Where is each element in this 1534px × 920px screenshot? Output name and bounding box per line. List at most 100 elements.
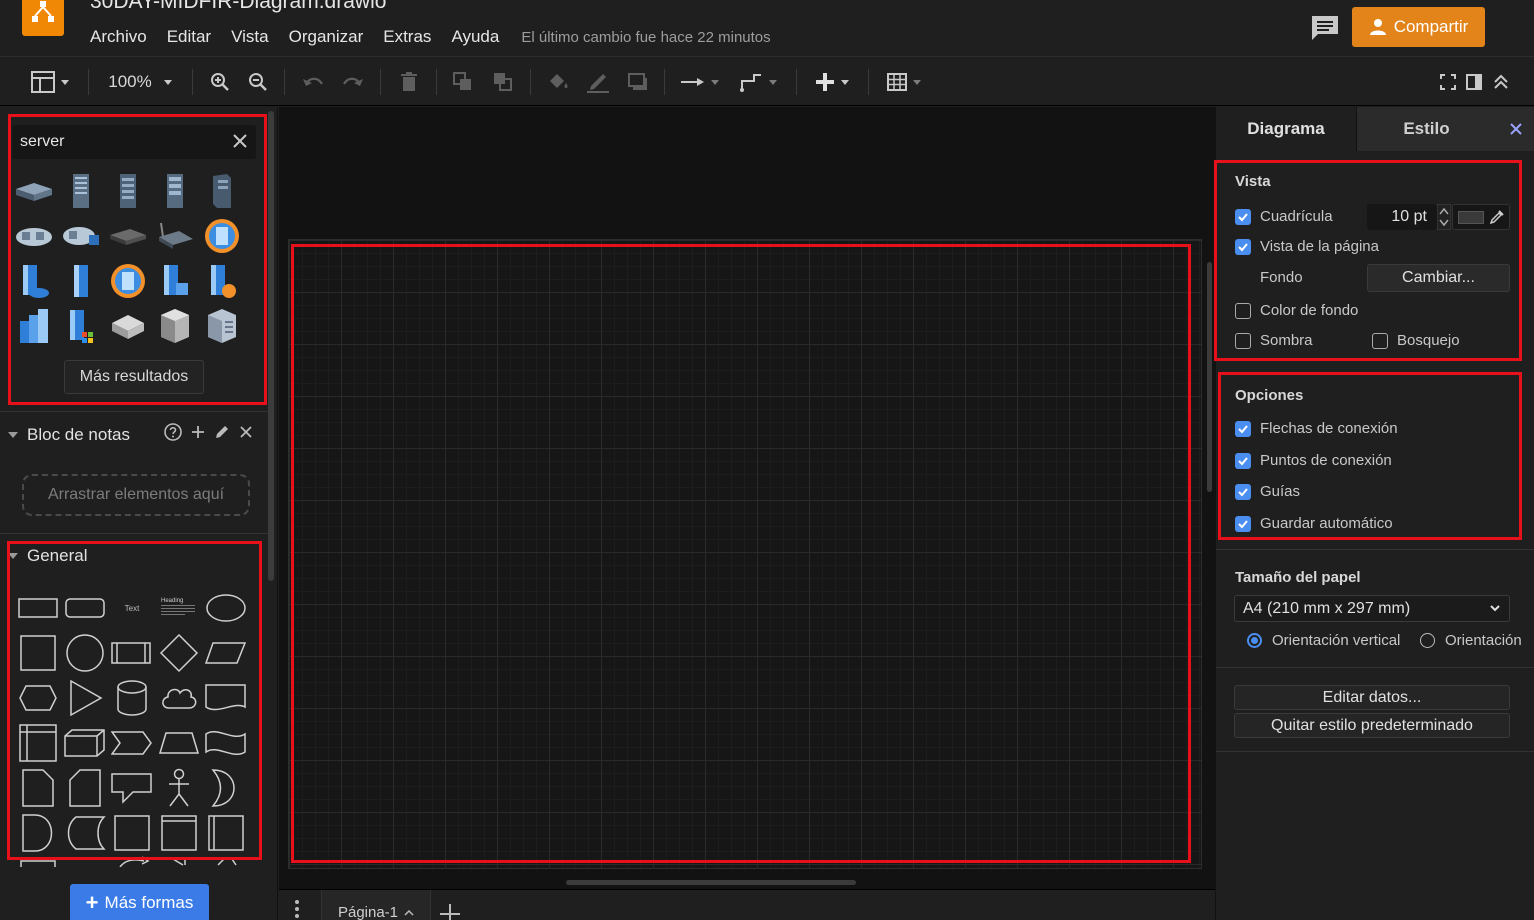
connection-points-row[interactable]: Puntos de conexión [1235, 452, 1392, 469]
page-tab[interactable]: Página-1 [321, 890, 431, 920]
landscape-radio-row[interactable]: Orientación [1420, 632, 1522, 649]
result-application-server-shape[interactable] [153, 259, 197, 303]
close-icon[interactable] [239, 425, 253, 439]
shape-container[interactable] [157, 813, 201, 853]
shape-document[interactable] [204, 678, 248, 718]
shape-diamond[interactable] [157, 633, 201, 673]
comments-button[interactable] [1308, 12, 1342, 42]
table-dropdown[interactable] [882, 69, 926, 95]
result-web-server-shape[interactable] [200, 214, 244, 258]
menu-extras[interactable]: Extras [383, 27, 431, 47]
collapse-toolbar-button[interactable] [1490, 69, 1512, 95]
shape-actor[interactable] [157, 768, 201, 808]
scratchpad-drop-zone[interactable]: Arrastrar elementos aquí [22, 474, 250, 516]
help-icon[interactable] [164, 423, 182, 441]
portrait-radio-row[interactable]: Orientación vertical [1247, 632, 1400, 649]
zoom-dropdown[interactable]: 100% [104, 69, 176, 95]
result-mail-server-shape[interactable] [200, 259, 244, 303]
to-back-button[interactable] [490, 69, 516, 95]
tab-style[interactable]: Estilo [1356, 107, 1496, 151]
shape-partial[interactable] [16, 855, 60, 867]
shape-card[interactable] [63, 768, 107, 808]
guides-checkbox[interactable] [1235, 483, 1251, 500]
add-icon[interactable] [191, 425, 205, 439]
result-tower-server-shape[interactable] [59, 169, 103, 213]
diagram-canvas[interactable] [279, 107, 1215, 889]
menu-organizar[interactable]: Organizar [289, 27, 364, 47]
shape-trapezoid[interactable] [157, 723, 201, 763]
result-secure-server-shape[interactable] [59, 214, 103, 258]
delete-button[interactable] [396, 69, 422, 95]
document-title[interactable]: 30DAY-MIDFIR-Diagram.drawio [90, 0, 386, 14]
shape-or[interactable] [204, 768, 248, 808]
result-file-server-shape[interactable] [59, 259, 103, 303]
shape-ellipse[interactable] [204, 588, 248, 628]
shape-text[interactable]: Text [110, 588, 154, 628]
result-server-cluster-shape[interactable] [12, 214, 56, 258]
result-database-server-shape[interactable] [12, 259, 56, 303]
share-button[interactable]: Compartir [1352, 7, 1485, 47]
shape-tape[interactable] [204, 723, 248, 763]
shape-textbox[interactable]: Heading [157, 588, 201, 628]
menu-editar[interactable]: Editar [167, 27, 211, 47]
zoom-in-button[interactable] [208, 69, 232, 95]
shape-bidirectional-partial[interactable] [204, 855, 248, 867]
result-router-server-shape[interactable] [153, 214, 197, 258]
undo-button[interactable] [300, 69, 326, 95]
change-background-button[interactable]: Cambiar... [1367, 264, 1510, 292]
clear-search-icon[interactable] [232, 133, 248, 149]
fill-color-button[interactable] [544, 69, 572, 95]
result-rack-server-shape[interactable] [12, 169, 56, 213]
grid-checkbox[interactable] [1235, 208, 1251, 225]
shape-curved-arrow[interactable] [110, 855, 154, 867]
grid-checkbox-row[interactable]: Cuadrícula [1235, 208, 1333, 225]
page-menu-icon[interactable] [295, 900, 299, 918]
landscape-radio[interactable] [1420, 633, 1435, 648]
shape-step[interactable] [110, 723, 154, 763]
edit-pencil-icon[interactable] [214, 424, 230, 440]
format-panel-button[interactable] [28, 69, 72, 95]
line-color-button[interactable] [584, 69, 612, 95]
result-workstation-server-shape[interactable] [106, 304, 150, 348]
last-change-status[interactable]: El último cambio fue hace 22 minutos [521, 29, 770, 46]
result-tower-server-shape[interactable] [200, 169, 244, 213]
result-generic-server-shape[interactable] [153, 304, 197, 348]
grid-color-picker[interactable] [1452, 204, 1510, 230]
paper-size-select[interactable]: A4 (210 mm x 297 mm) [1234, 595, 1510, 622]
menu-ayuda[interactable]: Ayuda [451, 27, 499, 47]
shadow-button[interactable] [624, 69, 652, 95]
shape-data-storage[interactable] [63, 813, 107, 853]
canvas-vertical-scrollbar[interactable] [1207, 262, 1212, 492]
sidebar-scrollbar[interactable] [268, 111, 274, 581]
connection-arrows-checkbox[interactable] [1235, 420, 1251, 437]
more-shapes-button[interactable]: + Más formas [70, 884, 209, 920]
shape-arrow-partial[interactable] [157, 855, 201, 867]
shape-process[interactable] [110, 633, 154, 673]
canvas-horizontal-scrollbar[interactable] [566, 880, 856, 885]
shape-rounded-rectangle[interactable] [63, 588, 107, 628]
autosave-row[interactable]: Guardar automático [1235, 515, 1393, 532]
to-front-button[interactable] [450, 69, 476, 95]
sketch-checkbox-row[interactable]: Bosquejo [1372, 332, 1460, 349]
bg-color-checkbox[interactable] [1235, 302, 1251, 319]
waypoints-dropdown[interactable] [736, 69, 780, 95]
result-blade-server-shape[interactable] [106, 214, 150, 258]
fullscreen-button[interactable] [1438, 69, 1458, 95]
menu-archivo[interactable]: Archivo [90, 27, 147, 47]
result-tower-server-shape[interactable] [106, 169, 150, 213]
shape-square-frame[interactable] [110, 813, 154, 853]
shape-swimlane[interactable] [204, 813, 248, 853]
general-section-header[interactable]: General [8, 544, 87, 568]
result-datacenter-server-shape[interactable] [200, 304, 244, 348]
shadow-checkbox-row[interactable]: Sombra [1235, 332, 1313, 349]
tab-diagram[interactable]: Diagrama [1216, 107, 1356, 151]
zoom-out-button[interactable] [246, 69, 270, 95]
result-web-server-shape[interactable] [106, 259, 150, 303]
connection-points-checkbox[interactable] [1235, 452, 1251, 469]
grid-size-input[interactable]: 10 pt [1367, 204, 1437, 230]
result-windows-server-shape[interactable] [59, 304, 103, 348]
toggle-format-panel-button[interactable] [1464, 69, 1484, 95]
shape-parallelogram[interactable] [204, 633, 248, 673]
bg-color-checkbox-row[interactable]: Color de fondo [1235, 302, 1358, 319]
shape-rectangle[interactable] [16, 588, 60, 628]
